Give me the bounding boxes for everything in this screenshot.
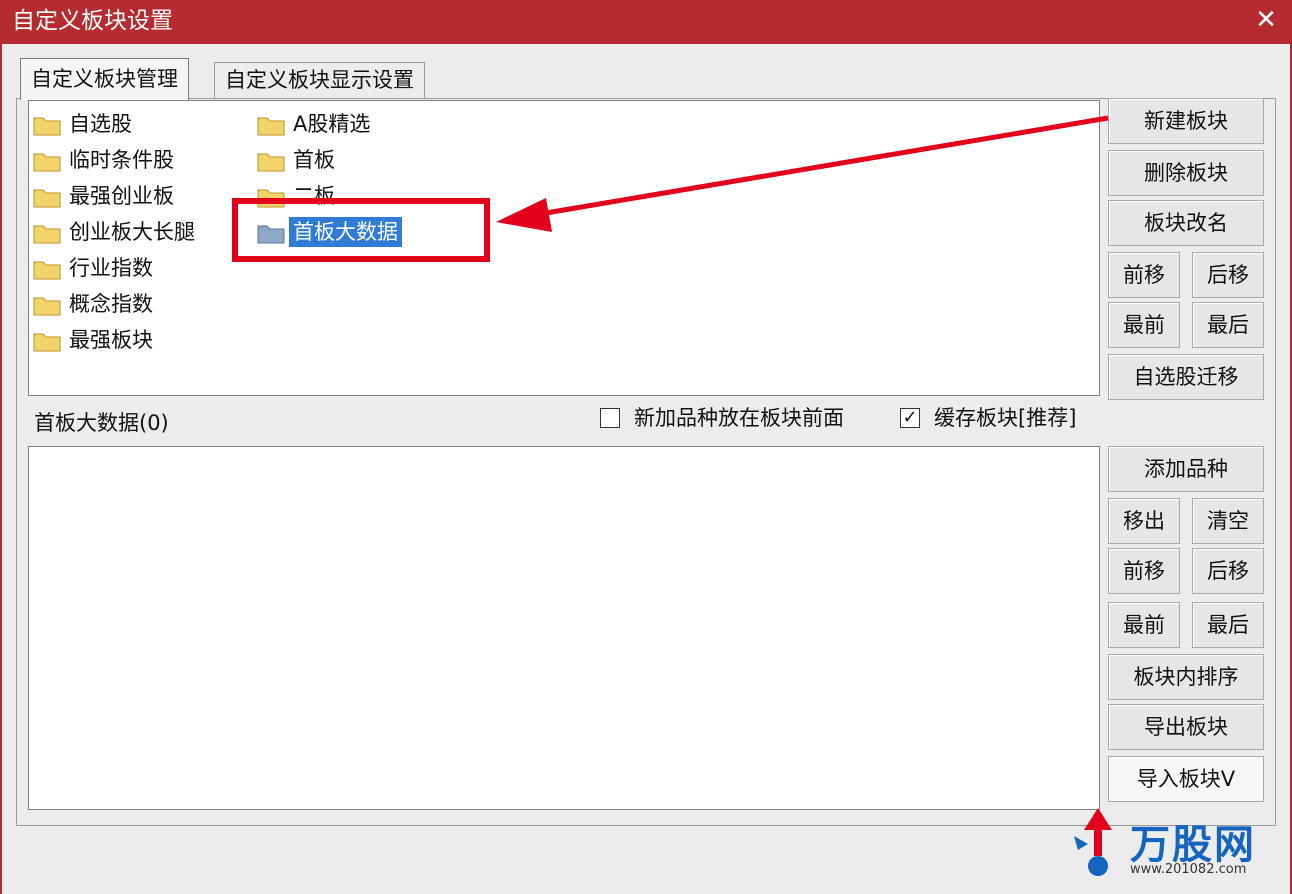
new-front-label: 新加品种放在板块前面	[634, 406, 844, 430]
folder-icon	[33, 333, 61, 352]
tab-block-display-settings[interactable]: 自定义板块显示设置	[214, 62, 425, 98]
highlight-box	[232, 198, 490, 262]
folder-icon	[33, 153, 61, 172]
new-block-button[interactable]: 新建板块	[1108, 98, 1264, 144]
delete-block-button[interactable]: 删除板块	[1108, 150, 1264, 196]
block-bottom-button[interactable]: 最后	[1192, 302, 1264, 348]
list-item-label: 最强板块	[69, 328, 153, 352]
folder-icon	[33, 297, 61, 316]
list-item-label: 概念指数	[69, 292, 153, 316]
folder-icon	[33, 225, 61, 244]
brand-watermark: 万股网 www.201082.com	[1068, 806, 1278, 886]
brand-logo-icon	[1074, 808, 1112, 876]
block-top-button[interactable]: 最前	[1108, 302, 1180, 348]
checkmark-icon: ✓	[902, 407, 918, 428]
folder-icon	[257, 117, 285, 136]
folder-icon	[33, 261, 61, 280]
folder-icon	[33, 189, 61, 208]
new-front-checkbox[interactable]	[600, 408, 620, 428]
cache-block-checkbox[interactable]: ✓	[900, 408, 920, 428]
list-item-label: A股精选	[293, 112, 371, 136]
block-move-down-button[interactable]: 后移	[1192, 252, 1264, 298]
list-item-label: 自选股	[69, 112, 132, 136]
sort-in-block-button[interactable]: 板块内排序	[1108, 654, 1264, 700]
block-move-up-button[interactable]: 前移	[1108, 252, 1180, 298]
add-stock-button[interactable]: 添加品种	[1108, 446, 1264, 492]
tab-block-management[interactable]: 自定义板块管理	[20, 58, 189, 100]
export-block-button[interactable]: 导出板块	[1108, 704, 1264, 750]
list-item-label: 首板	[293, 148, 335, 172]
stock-list[interactable]	[28, 446, 1100, 810]
close-icon[interactable]: ✕	[1240, 0, 1292, 40]
stock-move-up-button[interactable]: 前移	[1108, 548, 1180, 594]
stock-bottom-button[interactable]: 最后	[1192, 602, 1264, 648]
clear-stocks-button[interactable]: 清空	[1192, 498, 1264, 544]
folder-icon	[33, 117, 61, 136]
folder-icon	[257, 153, 285, 172]
stock-top-button[interactable]: 最前	[1108, 602, 1180, 648]
remove-stock-button[interactable]: 移出	[1108, 498, 1180, 544]
brand-url: www.201082.com	[1130, 862, 1247, 877]
stock-move-down-button[interactable]: 后移	[1192, 548, 1264, 594]
migrate-watchlist-button[interactable]: 自选股迁移	[1108, 354, 1264, 400]
list-item-label: 临时条件股	[69, 148, 174, 172]
cache-block-label: 缓存板块[推荐]	[934, 406, 1077, 430]
selected-block-label: 首板大数据(0)	[34, 411, 169, 435]
title-bar: 自定义板块设置 ✕	[0, 0, 1292, 44]
list-item-label: 行业指数	[69, 256, 153, 280]
window-title: 自定义板块设置	[12, 8, 173, 34]
list-item-label: 最强创业板	[69, 184, 174, 208]
import-block-button[interactable]: 导入板块V	[1108, 756, 1264, 802]
rename-block-button[interactable]: 板块改名	[1108, 200, 1264, 246]
block-list[interactable]: 自选股 临时条件股 最强创业板 创业板大长腿 行业指数 概念指数 最强板块 A股…	[28, 100, 1100, 396]
list-item-label: 创业板大长腿	[69, 220, 195, 244]
